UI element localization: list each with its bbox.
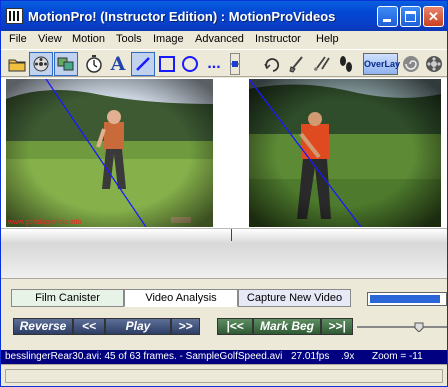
two-clubs-icon[interactable] (310, 52, 334, 76)
status-fps: 27.01fps (291, 351, 330, 362)
maximize-icon (405, 11, 416, 22)
club-icon[interactable] (285, 52, 309, 76)
circle-tool-icon[interactable] (178, 52, 202, 76)
more-tools-icon[interactable]: ... (202, 52, 226, 76)
spin-value-indicator (232, 61, 238, 67)
reel-icon[interactable] (422, 52, 446, 76)
compare-frames-icon[interactable] (54, 52, 78, 76)
status-file-info: besslingerRear30.avi: 45 of 63 frames. -… (5, 351, 283, 362)
last-frame-button[interactable]: >>| (321, 318, 353, 335)
spiral-icon[interactable] (399, 52, 423, 76)
progress-bar (367, 292, 447, 306)
rectangle-tool-icon[interactable] (155, 52, 179, 76)
stopwatch-icon[interactable] (82, 52, 106, 76)
maximize-button[interactable] (400, 6, 421, 27)
spin-control-icon[interactable] (230, 53, 240, 75)
menu-bar: File View Motion Tools Image Advanced In… (1, 31, 447, 49)
footprints-icon[interactable] (334, 52, 358, 76)
video-area[interactable]: www.golfsinglerfoto.info (1, 78, 447, 278)
tab-capture-new-video[interactable]: Capture New Video (238, 289, 351, 307)
line-tool-icon[interactable] (131, 52, 155, 76)
bottom-strip (1, 364, 447, 386)
menu-tools[interactable]: Tools (116, 33, 142, 45)
toolbar: A ... OverLay (1, 49, 447, 77)
menu-help[interactable]: Help (316, 33, 339, 45)
first-frame-button[interactable]: |<< (217, 318, 253, 335)
close-icon: ✕ (428, 9, 439, 24)
frame-scrub-strip[interactable] (1, 228, 447, 278)
minimize-button[interactable] (377, 6, 398, 27)
overlay-button[interactable]: OverLay (363, 53, 400, 75)
right-video-frame[interactable] (249, 79, 441, 227)
status-zoom: Zoom = -11 (372, 351, 423, 362)
menu-view[interactable]: View (38, 33, 62, 45)
close-button[interactable]: ✕ (423, 6, 444, 27)
tab-film-canister[interactable]: Film Canister (11, 289, 124, 307)
text-tool-icon[interactable]: A (106, 52, 130, 76)
menu-advanced[interactable]: Advanced (195, 33, 244, 45)
speed-slider-thumb[interactable] (414, 322, 424, 332)
menu-image[interactable]: Image (153, 33, 184, 45)
speed-slider-track[interactable] (357, 326, 447, 328)
reverse-button[interactable]: Reverse (13, 318, 73, 335)
open-folder-icon[interactable] (5, 52, 29, 76)
title-bar[interactable]: MotionPro! (Instructor Edition) : Motion… (1, 1, 447, 31)
minimize-icon (383, 19, 391, 22)
menu-motion[interactable]: Motion (72, 33, 105, 45)
status-bar: besslingerRear30.avi: 45 of 63 frames. -… (1, 350, 447, 364)
app-film-icon[interactable] (6, 8, 23, 24)
app-window: MotionPro! (Instructor Edition) : Motion… (0, 0, 448, 387)
play-button[interactable]: Play (105, 318, 171, 335)
left-frame-watermark: www.golfsinglerfoto.info (7, 219, 82, 226)
progress-fill (370, 295, 440, 303)
redo-arrow-icon[interactable] (260, 52, 284, 76)
mark-begin-button[interactable]: Mark Beg (253, 318, 321, 335)
tab-video-analysis[interactable]: Video Analysis (124, 289, 238, 307)
step-forward-button[interactable]: >> (171, 318, 200, 335)
film-reel-icon[interactable] (29, 52, 53, 76)
left-video-frame[interactable]: www.golfsinglerfoto.info (6, 79, 213, 227)
window-title: MotionPro! (Instructor Edition) : Motion… (28, 9, 336, 24)
menu-file[interactable]: File (9, 33, 27, 45)
status-speed: .9x (341, 351, 355, 362)
bottom-status-panel (5, 369, 443, 383)
frame-position-marker[interactable] (231, 229, 232, 241)
step-back-button[interactable]: << (73, 318, 105, 335)
menu-instructor[interactable]: Instructor (255, 33, 301, 45)
control-panel: Film Canister Video Analysis Capture New… (1, 278, 447, 350)
